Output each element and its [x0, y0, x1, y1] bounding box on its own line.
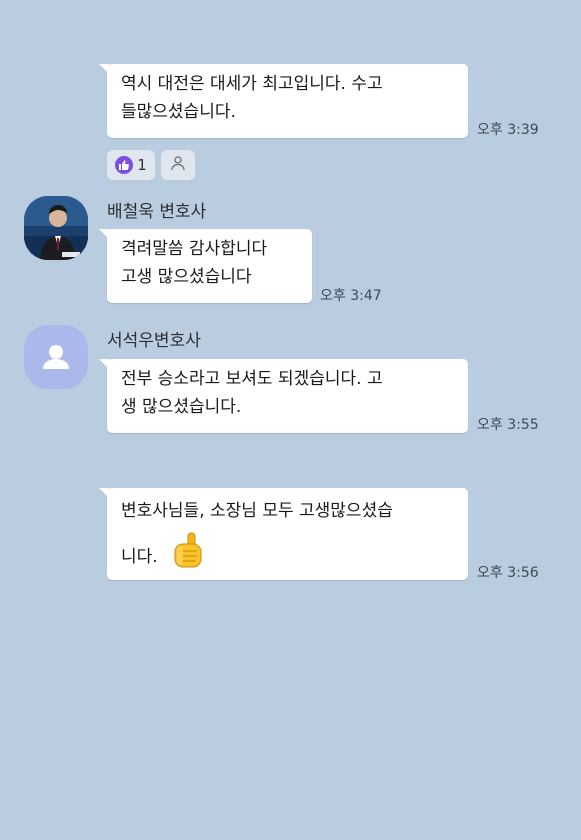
- thumbs-up-icon: [171, 530, 205, 584]
- message-text-line: 격려말씀 감사합니다: [121, 239, 268, 259]
- default-person-icon: [43, 345, 69, 369]
- person-icon: [169, 154, 187, 176]
- message-text-line: 생 많으셨습니다.: [121, 397, 242, 417]
- message-time: 오후 3:47: [320, 288, 382, 304]
- avatar[interactable]: [24, 325, 88, 389]
- message-text-line: 변호사님들, 소장님 모두 고생많으셨습: [121, 501, 393, 521]
- message-text-line: 전부 승소라고 보셔도 되겠습니다. 고: [121, 369, 383, 389]
- message-text-line: 들많으셨습니다.: [121, 102, 236, 122]
- message-text-line-with-emoji: 니다.: [121, 530, 454, 584]
- like-count: 1: [137, 156, 147, 174]
- message-bubble-1[interactable]: 역시 대전은 대세가 최고입니다. 수고 들많으셨습니다.: [99, 64, 468, 138]
- add-reaction-button[interactable]: [161, 150, 195, 180]
- sender-name: 서석우변호사: [107, 331, 201, 351]
- sender-name: 배철욱 변호사: [107, 202, 207, 222]
- message-text: 니다.: [121, 547, 158, 567]
- message-bubble-4[interactable]: 변호사님들, 소장님 모두 고생많으셨습 니다.: [99, 488, 468, 580]
- message-text-line: 역시 대전은 대세가 최고입니다. 수고: [121, 74, 383, 94]
- message-time: 오후 3:55: [477, 417, 539, 433]
- message-bubble-3[interactable]: 전부 승소라고 보셔도 되겠습니다. 고 생 많으셨습니다.: [99, 359, 468, 433]
- message-time: 오후 3:56: [477, 565, 539, 581]
- message-time: 오후 3:39: [477, 122, 539, 138]
- thumbs-up-badge-icon: [115, 156, 134, 174]
- like-reaction-button[interactable]: 1: [107, 150, 155, 180]
- message-text-line: 고생 많으셨습니다: [121, 267, 252, 287]
- avatar[interactable]: [24, 196, 88, 260]
- message-bubble-2[interactable]: 격려말씀 감사합니다 고생 많으셨습니다: [99, 229, 312, 303]
